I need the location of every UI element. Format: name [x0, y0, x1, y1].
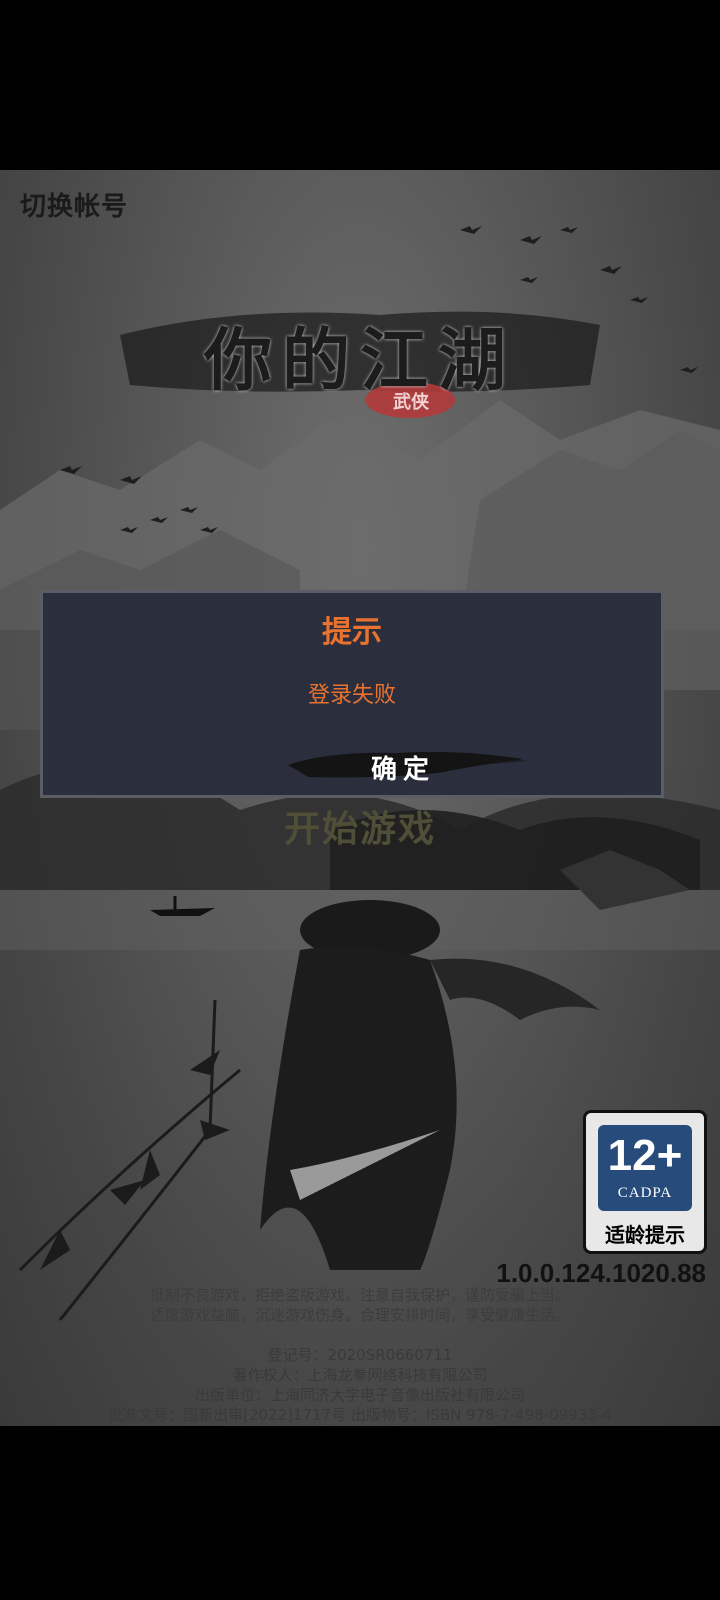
age-rating-number: 12+: [607, 1131, 683, 1180]
age-rating-label: 适龄提示: [605, 1223, 685, 1247]
health-notice-line: 抵制不良游戏，拒绝盗版游戏。注意自我保护，谨防受骗上当。: [149, 1286, 570, 1304]
dialog-message: 登录失败: [307, 683, 396, 708]
game-screen: 切换帐号 你的江湖 武侠 开始游戏 12+ CADPA 适龄提示 1.0.0.1…: [0, 170, 720, 1426]
publisher: 出版单位：上海同济大学电子音像出版社有限公司: [194, 1386, 525, 1404]
approval-number: 批准文号：国新出审[2022]1717号 出版物号：ISBN 978-7-498…: [108, 1406, 612, 1424]
health-notice: 抵制不良游戏，拒绝盗版游戏。注意自我保护，谨防受骗上当。 适度游戏益脑，沉迷游戏…: [0, 1285, 720, 1325]
login-failed-dialog: 提示 登录失败 确定: [40, 590, 664, 798]
health-notice-line: 适度游戏益脑，沉迷游戏伤身。合理安排时间，享受健康生活。: [149, 1306, 570, 1324]
age-rating-badge[interactable]: 12+ CADPA 适龄提示: [583, 1110, 707, 1254]
legal-info: 登记号：2020SR0660711 著作权人：上海龙拳网络科技有限公司 出版单位…: [0, 1345, 720, 1425]
start-game-button[interactable]: 开始游戏: [0, 800, 720, 852]
age-rating-org: CADPA: [617, 1185, 673, 1201]
age-rating-panel: 12+ CADPA: [598, 1125, 692, 1211]
swordsman-silhouette: [260, 900, 600, 1270]
switch-account-button[interactable]: 切换帐号: [20, 186, 128, 223]
registration-number: 登记号：2020SR0660711: [267, 1346, 453, 1364]
logo-title: 你的江湖: [203, 321, 516, 401]
logo-genre-seal: 武侠: [393, 392, 429, 413]
confirm-button[interactable]: 确定: [288, 743, 528, 787]
confirm-label: 确定: [370, 755, 435, 785]
bamboo-branches: [18, 999, 241, 1321]
dialog-title: 提示: [322, 615, 382, 650]
game-logo: 你的江湖 武侠: [120, 295, 600, 435]
copyright-holder: 著作权人：上海龙拳网络科技有限公司: [232, 1366, 488, 1384]
